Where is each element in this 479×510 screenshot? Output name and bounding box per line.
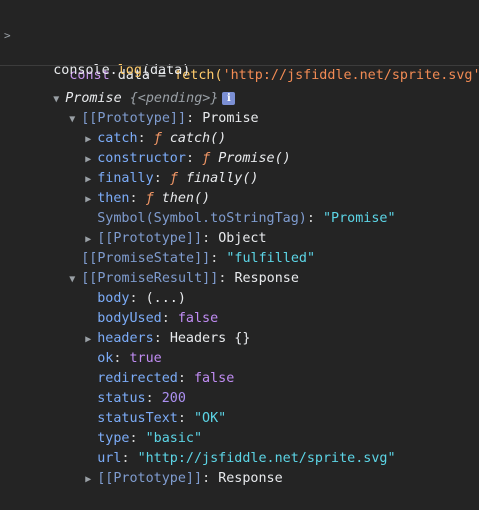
promise-state-row: [[PromiseState]]: "fulfilled" bbox=[81, 251, 316, 266]
field-key: [[Prototype]] bbox=[97, 471, 203, 486]
response-prototype-row[interactable]: ▶ [[Prototype]]: Response bbox=[53, 449, 282, 486]
console-input-line-2: console.log(data) bbox=[21, 41, 190, 78]
field-value: Headers {} bbox=[169, 331, 251, 346]
response-statustext-row: statusText: "OK" bbox=[97, 411, 227, 426]
response-type-row: type: "basic" bbox=[97, 431, 203, 446]
field-value: false bbox=[194, 371, 235, 386]
prototype-promise-row[interactable]: ▼ [[Prototype]]: Promise bbox=[37, 89, 258, 126]
response-redirected-row: redirected: false bbox=[97, 371, 235, 386]
prototype-object-row[interactable]: ▶ [[Prototype]]: Object bbox=[53, 209, 266, 246]
response-ok-row: ok: true bbox=[97, 351, 162, 366]
console-input-line-1: > const data = fetch('http://jsfiddle.ne… bbox=[0, 6, 479, 83]
method-row-constructor[interactable]: ▶ constructor: ƒ Promise() bbox=[53, 129, 291, 166]
field-value: Response bbox=[218, 471, 283, 486]
response-body-row[interactable]: body: (...) bbox=[65, 269, 186, 306]
response-headers-row[interactable]: ▶ headers: Headers {} bbox=[53, 309, 250, 346]
response-bodyused-row: bodyUsed: false bbox=[97, 311, 219, 326]
collapsed-triangle-icon[interactable]: ▶ bbox=[85, 470, 97, 490]
code-token-url: 'http://jsfiddle.net/sprite.svg' bbox=[222, 68, 479, 83]
input-prompt-icon: > bbox=[4, 29, 11, 42]
method-row-finally[interactable]: ▶ finally: ƒ finally() bbox=[53, 149, 258, 186]
symbol-tostringtag-row: Symbol(Symbol.toStringTag): "Promise" bbox=[97, 211, 396, 226]
method-row-catch[interactable]: ▶ catch: ƒ catch() bbox=[53, 109, 226, 146]
method-row-then[interactable]: ▶ then: ƒ then() bbox=[53, 169, 210, 206]
promise-root-row[interactable]: ▼ Promise {<pending>} i bbox=[21, 69, 236, 106]
response-url-row: url: "http://jsfiddle.net/sprite.svg" bbox=[97, 451, 396, 466]
promise-result-row[interactable]: ▼ [[PromiseResult]]: Response bbox=[37, 249, 299, 286]
promise-result-value: Response bbox=[234, 271, 299, 286]
response-status-row: status: 200 bbox=[97, 391, 186, 406]
symbol-value: "Promise" bbox=[322, 211, 396, 226]
console-divider bbox=[0, 65, 479, 66]
devtools-console: > const data = fetch('http://jsfiddle.ne… bbox=[0, 0, 479, 486]
